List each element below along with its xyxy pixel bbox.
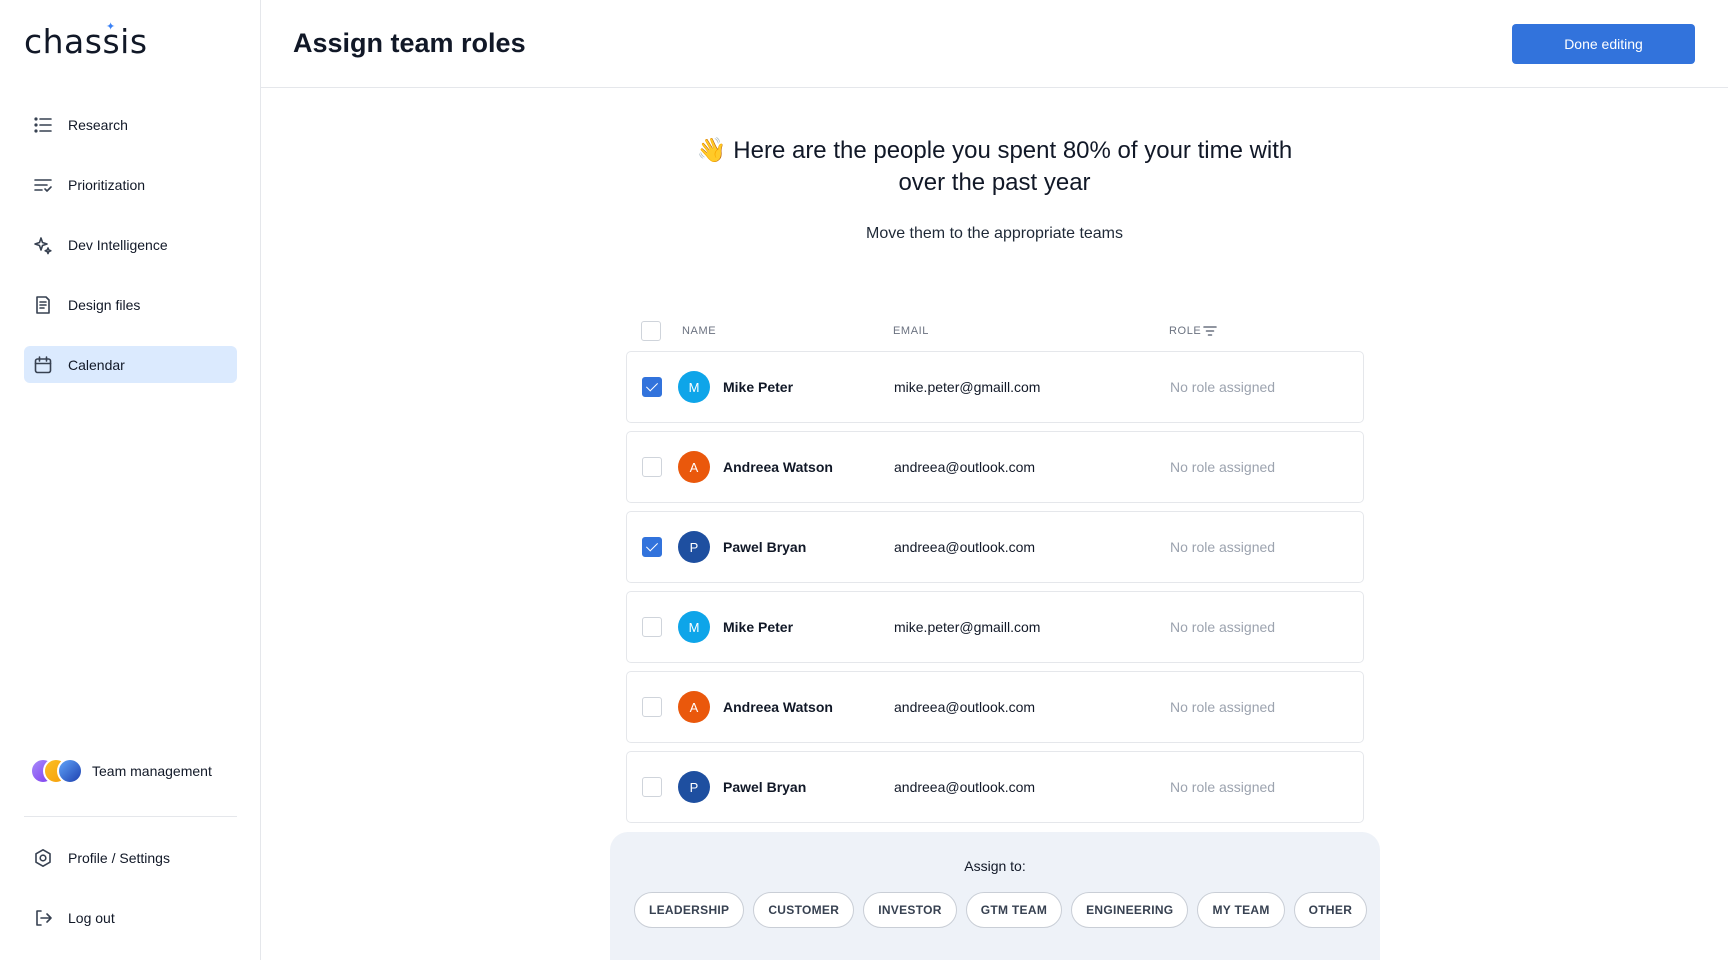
- avatar: P: [678, 771, 710, 803]
- avatar: [57, 758, 83, 784]
- app-root: chassis ✦ Research Prioritization Dev In…: [0, 0, 1728, 960]
- people-table: NAME EMAIL ROLE M Mike Peter mike.peter@gm…: [626, 311, 1364, 831]
- document-icon: [33, 295, 53, 315]
- sparkles-icon: [33, 235, 53, 255]
- person-email: mike.peter@gmaill.com: [894, 619, 1041, 635]
- done-editing-button[interactable]: Done editing: [1512, 24, 1695, 64]
- person-role[interactable]: No role assigned: [1170, 779, 1275, 795]
- team-management-link[interactable]: Team management: [30, 758, 212, 784]
- role-tag-button[interactable]: OTHER: [1293, 892, 1368, 928]
- person-name: Mike Peter: [723, 619, 794, 635]
- person-email: andreea@outlook.com: [894, 459, 1036, 475]
- person-role[interactable]: No role assigned: [1170, 699, 1275, 715]
- person-email: andreea@outlook.com: [894, 539, 1036, 555]
- role-tag-button[interactable]: LEADERSHIP: [634, 892, 745, 928]
- avatar: M: [678, 371, 710, 403]
- sidebar-item-dev-intelligence[interactable]: Dev Intelligence: [24, 226, 237, 263]
- filter-lines-icon: [33, 175, 53, 195]
- table-row[interactable]: A Andreea Watson andreea@outlook.com No rol…: [626, 671, 1364, 743]
- sidebar-item-label: Calendar: [68, 356, 125, 373]
- person-email: andreea@outlook.com: [894, 699, 1036, 715]
- sidebar-item-calendar[interactable]: Calendar: [24, 346, 237, 383]
- table-row[interactable]: M Mike Peter mike.peter@gmaill.com No role …: [626, 591, 1364, 663]
- avatar: A: [678, 691, 710, 723]
- row-checkbox[interactable]: [642, 617, 662, 637]
- table-row[interactable]: P Pawel Bryan andreea@outlook.com No role a…: [626, 751, 1364, 823]
- table-row[interactable]: P Pawel Bryan andreea@outlook.com No role a…: [626, 511, 1364, 583]
- sidebar-item-log-out[interactable]: Log out: [24, 899, 237, 936]
- person-email: andreea@outlook.com: [894, 779, 1036, 795]
- page-title: Assign team roles: [293, 28, 526, 58]
- main-content: 👋 Here are the people you spent 80% of y…: [261, 89, 1728, 960]
- sidebar-item-label: Log out: [68, 909, 115, 926]
- sidebar: chassis ✦ Research Prioritization Dev In…: [0, 0, 261, 960]
- avatar: P: [678, 531, 710, 563]
- table-body: M Mike Peter mike.peter@gmaill.com No role …: [626, 351, 1364, 823]
- sidebar-bottom-nav: Profile / Settings Log out: [24, 839, 237, 959]
- role-tag-button[interactable]: ENGINEERING: [1071, 892, 1189, 928]
- avatar: M: [678, 611, 710, 643]
- table-row[interactable]: M Mike Peter mike.peter@gmaill.com No role …: [626, 351, 1364, 423]
- wave-emoji-icon: 👋: [696, 137, 727, 164]
- person-name: Mike Peter: [723, 379, 794, 395]
- hero-subheading: Move them to the appropriate teams: [865, 225, 1124, 242]
- sidebar-nav: Research Prioritization Dev Intelligence…: [24, 106, 237, 406]
- hero: 👋 Here are the people you spent 80% of y…: [261, 135, 1728, 243]
- row-checkbox[interactable]: [642, 537, 662, 557]
- sidebar-item-label: Prioritization: [68, 176, 146, 193]
- column-header-name: NAME: [682, 325, 717, 337]
- person-email: mike.peter@gmaill.com: [894, 379, 1041, 395]
- column-header-role: ROLE: [1169, 325, 1202, 337]
- person-role[interactable]: No role assigned: [1170, 539, 1275, 555]
- person-name: Andreea Watson: [723, 459, 833, 475]
- sidebar-item-profile-settings[interactable]: Profile / Settings: [24, 839, 237, 876]
- role-filter-icon[interactable]: [1203, 324, 1217, 341]
- sidebar-item-design-files[interactable]: Design files: [24, 286, 237, 323]
- sidebar-item-label: Profile / Settings: [68, 849, 170, 866]
- sidebar-divider: [24, 816, 237, 817]
- table-row[interactable]: A Andreea Watson andreea@outlook.com No rol…: [626, 431, 1364, 503]
- select-all-checkbox[interactable]: [641, 321, 661, 341]
- row-checkbox[interactable]: [642, 777, 662, 797]
- person-name: Pawel Bryan: [723, 779, 807, 795]
- sidebar-item-label: Research: [68, 116, 128, 133]
- team-avatars: [30, 758, 88, 784]
- person-name: Pawel Bryan: [723, 539, 807, 555]
- role-tag-button[interactable]: INVESTOR: [863, 892, 957, 928]
- person-role[interactable]: No role assigned: [1170, 619, 1275, 635]
- table-header: NAME EMAIL ROLE: [626, 311, 1364, 351]
- row-checkbox[interactable]: [642, 377, 662, 397]
- sidebar-item-label: Dev Intelligence: [68, 236, 168, 253]
- hero-heading: 👋 Here are the people you spent 80% of y…: [685, 135, 1305, 199]
- role-tag-button[interactable]: GTM TEAM: [965, 892, 1063, 928]
- assign-title: Assign to:: [964, 858, 1026, 874]
- calendar-icon: [33, 355, 53, 375]
- sidebar-item-research[interactable]: Research: [24, 106, 237, 143]
- logout-icon: [33, 908, 53, 928]
- person-role[interactable]: No role assigned: [1170, 379, 1275, 395]
- role-tag-button[interactable]: CUSTOMER: [753, 892, 855, 928]
- logo: chassis: [24, 22, 148, 61]
- page-header: Assign team roles Done editing: [261, 0, 1728, 88]
- team-management-label: Team management: [92, 763, 212, 779]
- avatar: A: [678, 451, 710, 483]
- column-header-email: EMAIL: [893, 325, 930, 337]
- person-role[interactable]: No role assigned: [1170, 459, 1275, 475]
- settings-icon: [33, 848, 53, 868]
- row-checkbox[interactable]: [642, 457, 662, 477]
- hero-heading-text: Here are the people you spent 80% of you…: [733, 137, 1293, 196]
- role-tags: LEADERSHIP CUSTOMER INVESTOR GTM TEAM ENGINE…: [634, 892, 1376, 928]
- person-name: Andreea Watson: [723, 699, 833, 715]
- sidebar-item-prioritization[interactable]: Prioritization: [24, 166, 237, 203]
- list-icon: [33, 115, 53, 135]
- row-checkbox[interactable]: [642, 697, 662, 717]
- assign-panel: Assign to: LEADERSHIP CUSTOMER INVESTOR GTM…: [610, 832, 1380, 960]
- sidebar-item-label: Design files: [68, 296, 141, 313]
- logo-sparkle-icon: ✦: [106, 21, 116, 33]
- role-tag-button[interactable]: MY TEAM: [1197, 892, 1285, 928]
